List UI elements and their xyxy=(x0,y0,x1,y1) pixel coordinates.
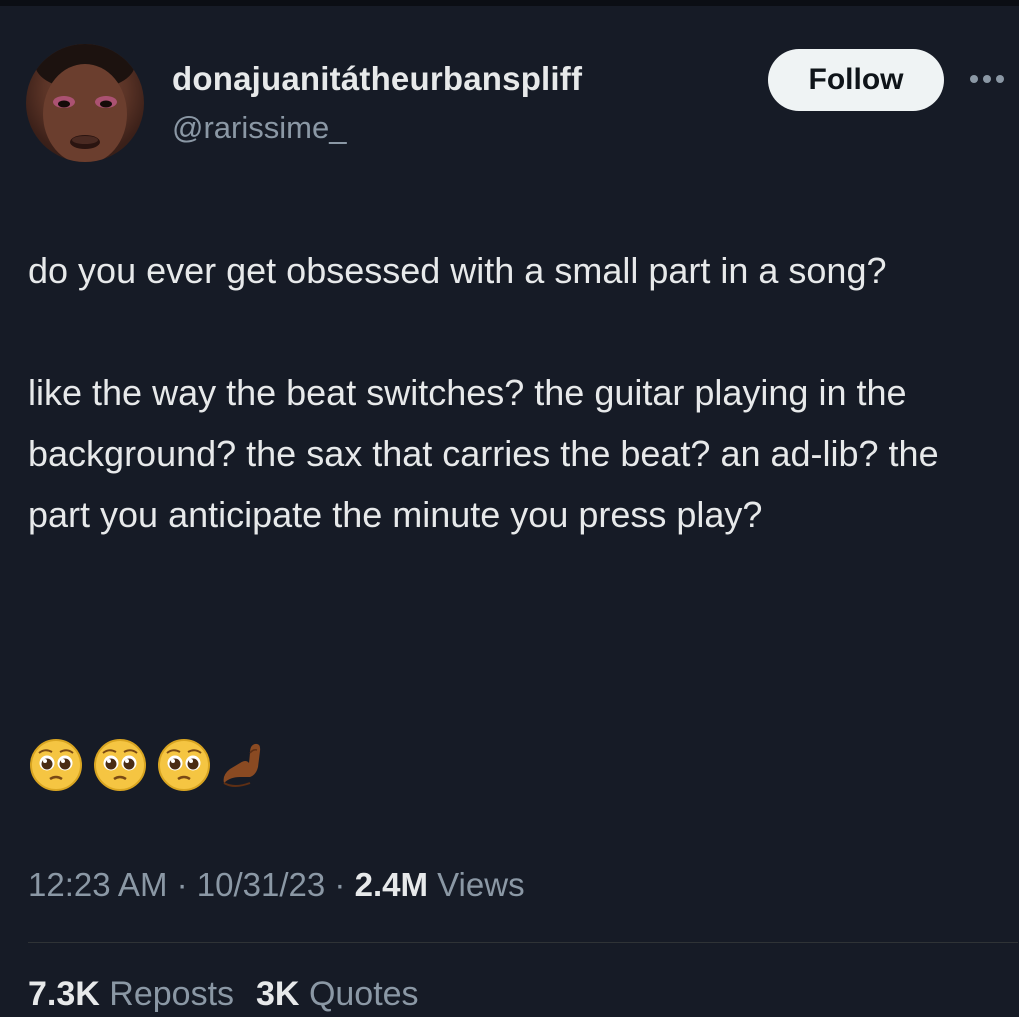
quotes-label: Quotes xyxy=(308,975,419,1013)
reposts-label: Reposts xyxy=(109,975,235,1013)
divider xyxy=(28,942,1018,943)
avatar[interactable] xyxy=(26,44,144,162)
quotes-link[interactable]: 3K Quotes xyxy=(256,975,419,1013)
tweet-text: do you ever get obsessed with a small pa… xyxy=(28,240,998,545)
top-edge-bar xyxy=(0,0,1019,6)
more-options-icon[interactable] xyxy=(970,72,1014,86)
meta-separator: · xyxy=(176,866,188,903)
tweet-screenshot: donajuanitátheurbanspliff @rarissime_ Fo… xyxy=(0,0,1019,1017)
tweet-stats: 7.3K Reposts 3K Quotes xyxy=(28,975,419,1014)
views-label: Views xyxy=(437,866,525,903)
follow-button[interactable]: Follow xyxy=(768,49,944,111)
pleading-face-emoji-icon xyxy=(94,739,146,791)
tweet-time[interactable]: 12:23 AM xyxy=(28,866,167,903)
tweet-date[interactable]: 10/31/23 xyxy=(197,866,325,903)
tweet-paragraph-1: do you ever get obsessed with a small pa… xyxy=(28,250,887,291)
views-count: 2.4M xyxy=(354,866,428,903)
quotes-count: 3K xyxy=(256,975,300,1013)
tweet-paragraph-2: like the way the beat switches? the guit… xyxy=(28,372,939,535)
pleading-face-emoji-icon xyxy=(158,739,210,791)
pinched-fingers-emoji-icon xyxy=(223,743,261,787)
emoji-row xyxy=(28,735,270,795)
tweet-meta: 12:23 AM · 10/31/23 · 2.4M Views xyxy=(28,866,525,904)
meta-separator: · xyxy=(334,866,346,903)
display-name[interactable]: donajuanitátheurbanspliff xyxy=(172,60,582,98)
reposts-link[interactable]: 7.3K Reposts xyxy=(28,975,234,1013)
user-handle[interactable]: @rarissime_ xyxy=(172,110,346,146)
reposts-count: 7.3K xyxy=(28,975,100,1013)
pleading-face-emoji-icon xyxy=(30,739,82,791)
